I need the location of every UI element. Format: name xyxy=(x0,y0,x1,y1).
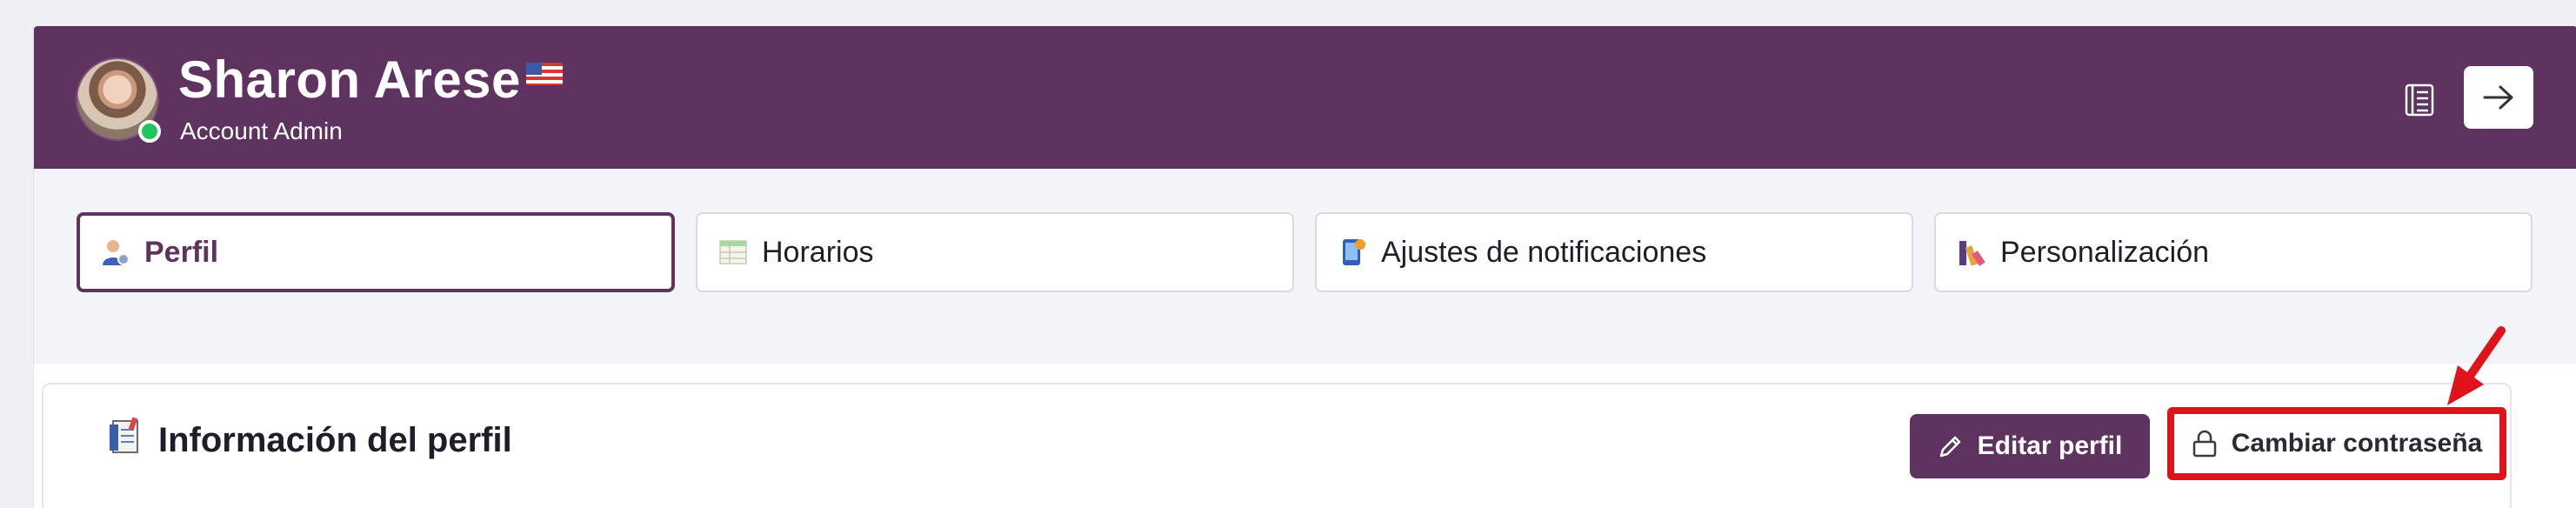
tab-label: Horarios xyxy=(762,235,874,269)
edit-profile-button[interactable]: Editar perfil xyxy=(1910,414,2150,478)
pencil-icon xyxy=(1938,433,1964,459)
tab-horarios[interactable]: Horarios xyxy=(696,212,1294,292)
phone-notification-icon xyxy=(1338,237,1367,267)
tab-perfil[interactable]: Perfil xyxy=(77,212,675,292)
clipboard-icon xyxy=(108,416,144,456)
us-flag-icon xyxy=(526,63,563,85)
user-role: Account Admin xyxy=(180,117,343,144)
palette-icon xyxy=(1957,237,1986,267)
change-password-button[interactable]: Cambiar contraseña xyxy=(2167,407,2506,480)
notes-icon[interactable] xyxy=(2401,82,2438,118)
user-settings-icon xyxy=(101,237,130,267)
arrow-right-icon xyxy=(2483,85,2513,110)
tab-ajustes-notificaciones[interactable]: Ajustes de notificaciones xyxy=(1315,212,1913,292)
exit-button[interactable] xyxy=(2464,66,2533,129)
user-name: Sharon Arese xyxy=(178,50,521,109)
profile-header: Sharon Arese Account Admin xyxy=(34,26,2576,169)
schedule-table-icon xyxy=(718,237,748,267)
tab-personalizacion[interactable]: Personalización xyxy=(1934,212,2533,292)
edit-profile-label: Editar perfil xyxy=(1977,431,2123,460)
card-title: Información del perfil xyxy=(158,421,512,459)
annotation-arrow-icon xyxy=(2447,326,2506,405)
lock-icon xyxy=(2192,430,2218,458)
tab-label: Perfil xyxy=(144,235,219,269)
online-status-dot xyxy=(138,120,161,143)
tab-label: Ajustes de notificaciones xyxy=(1381,235,1707,269)
tab-label: Personalización xyxy=(2000,235,2210,269)
change-password-label: Cambiar contraseña xyxy=(2231,429,2483,458)
